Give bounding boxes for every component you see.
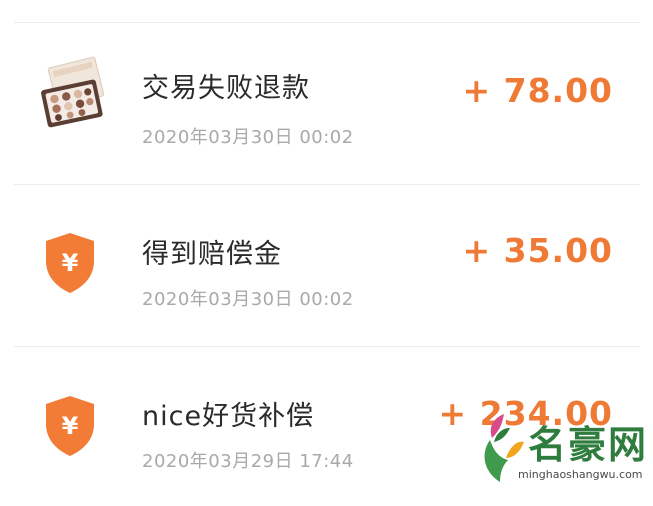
transaction-date: 2020年03月30日 00:02 <box>142 289 354 310</box>
yuan-shield-icon: ¥ <box>46 233 94 293</box>
transaction-date: 2020年03月29日 17:44 <box>142 451 354 472</box>
transaction-title: nice好货补偿 <box>142 401 315 432</box>
yuan-glyph: ¥ <box>62 249 79 277</box>
transaction-title: 得到赔偿金 <box>142 239 282 270</box>
transaction-row[interactable]: ¥ 得到赔偿金 2020年03月30日 00:02 + 35.00 <box>0 184 653 344</box>
transaction-date: 2020年03月30日 00:02 <box>142 127 354 148</box>
transaction-amount: + 78.00 <box>462 71 613 110</box>
yuan-glyph: ¥ <box>62 412 79 440</box>
eyeshadow-palette-thumbnail <box>41 56 105 128</box>
yuan-shield-icon: ¥ <box>46 396 94 456</box>
watermark: 名豪网 minghaoshangwu.com <box>470 412 649 488</box>
transaction-title: 交易失败退款 <box>142 73 310 104</box>
transaction-amount: + 35.00 <box>462 231 613 270</box>
transaction-row[interactable]: 交易失败退款 2020年03月30日 00:02 + 78.00 <box>0 22 653 182</box>
watermark-name: 名豪网 <box>528 423 649 467</box>
watermark-url: minghaoshangwu.com <box>518 468 643 481</box>
